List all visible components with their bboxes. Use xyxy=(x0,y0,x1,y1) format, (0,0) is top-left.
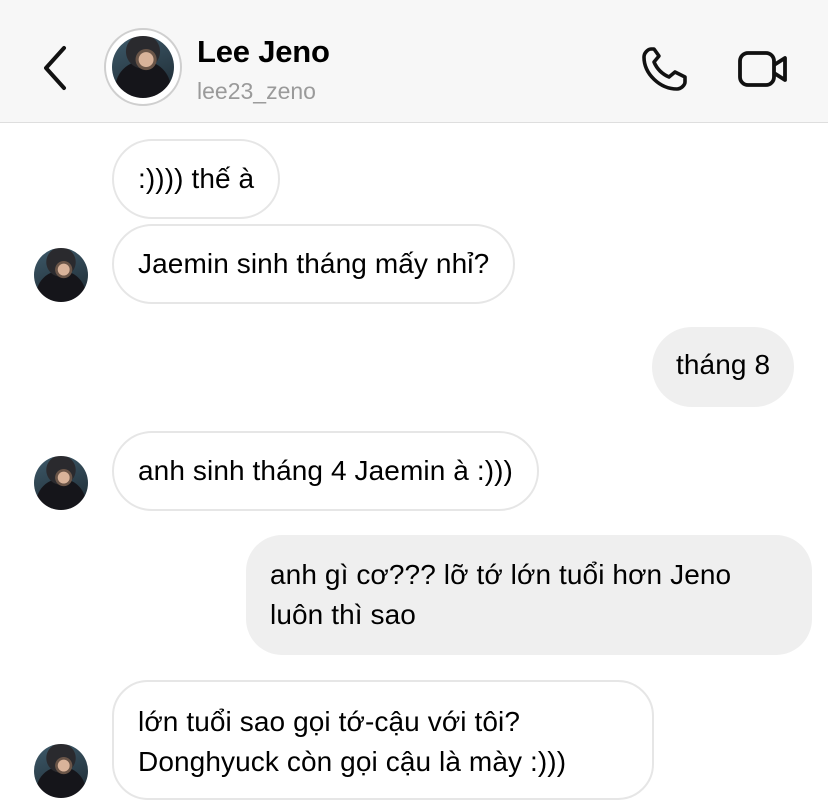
message-text-line: anh gì cơ??? lỡ tớ lớn tuổi hơn Jeno xyxy=(270,559,732,590)
contact-username: lee23_zeno xyxy=(197,78,316,104)
message-bubble-incoming[interactable]: lớn tuổi sao gọi tớ-cậu với tôi? Donghyu… xyxy=(112,680,654,800)
chat-header: Lee Jeno lee23_zeno xyxy=(0,0,828,123)
message-bubble-incoming[interactable]: Jaemin sinh tháng mấy nhỉ? xyxy=(112,224,516,304)
message-text-line: luôn thì sao xyxy=(270,599,416,630)
message-text: :)))) thế à xyxy=(138,163,255,194)
message-bubble-incoming[interactable]: anh sinh tháng 4 Jaemin à :))) xyxy=(112,431,539,511)
message-text: Jaemin sinh tháng mấy nhỉ? xyxy=(138,248,490,279)
phone-icon xyxy=(642,47,687,91)
message-bubble-incoming[interactable]: :)))) thế à xyxy=(112,139,281,219)
video-camera-icon xyxy=(738,51,787,87)
chevron-left-icon xyxy=(44,46,66,90)
sender-avatar[interactable] xyxy=(34,248,88,302)
voice-call-button[interactable] xyxy=(638,44,690,94)
contact-avatar[interactable] xyxy=(104,28,182,106)
message-text-line: Donghyuck còn gọi cậu là mày :))) xyxy=(138,746,567,777)
contact-name[interactable]: Lee Jeno xyxy=(197,34,330,70)
sender-avatar[interactable] xyxy=(34,744,88,798)
message-text: tháng 8 xyxy=(676,349,771,380)
message-text-line: lớn tuổi sao gọi tớ-cậu với tôi? xyxy=(138,706,521,737)
message-bubble-outgoing[interactable]: anh gì cơ??? lỡ tớ lớn tuổi hơn Jeno luô… xyxy=(246,535,812,655)
sender-avatar[interactable] xyxy=(34,456,88,510)
message-text: anh sinh tháng 4 Jaemin à :))) xyxy=(138,455,513,486)
message-bubble-outgoing[interactable]: tháng 8 xyxy=(652,327,795,407)
video-call-button[interactable] xyxy=(736,46,790,92)
contact-avatar-image xyxy=(112,36,174,98)
back-button[interactable] xyxy=(38,44,74,92)
